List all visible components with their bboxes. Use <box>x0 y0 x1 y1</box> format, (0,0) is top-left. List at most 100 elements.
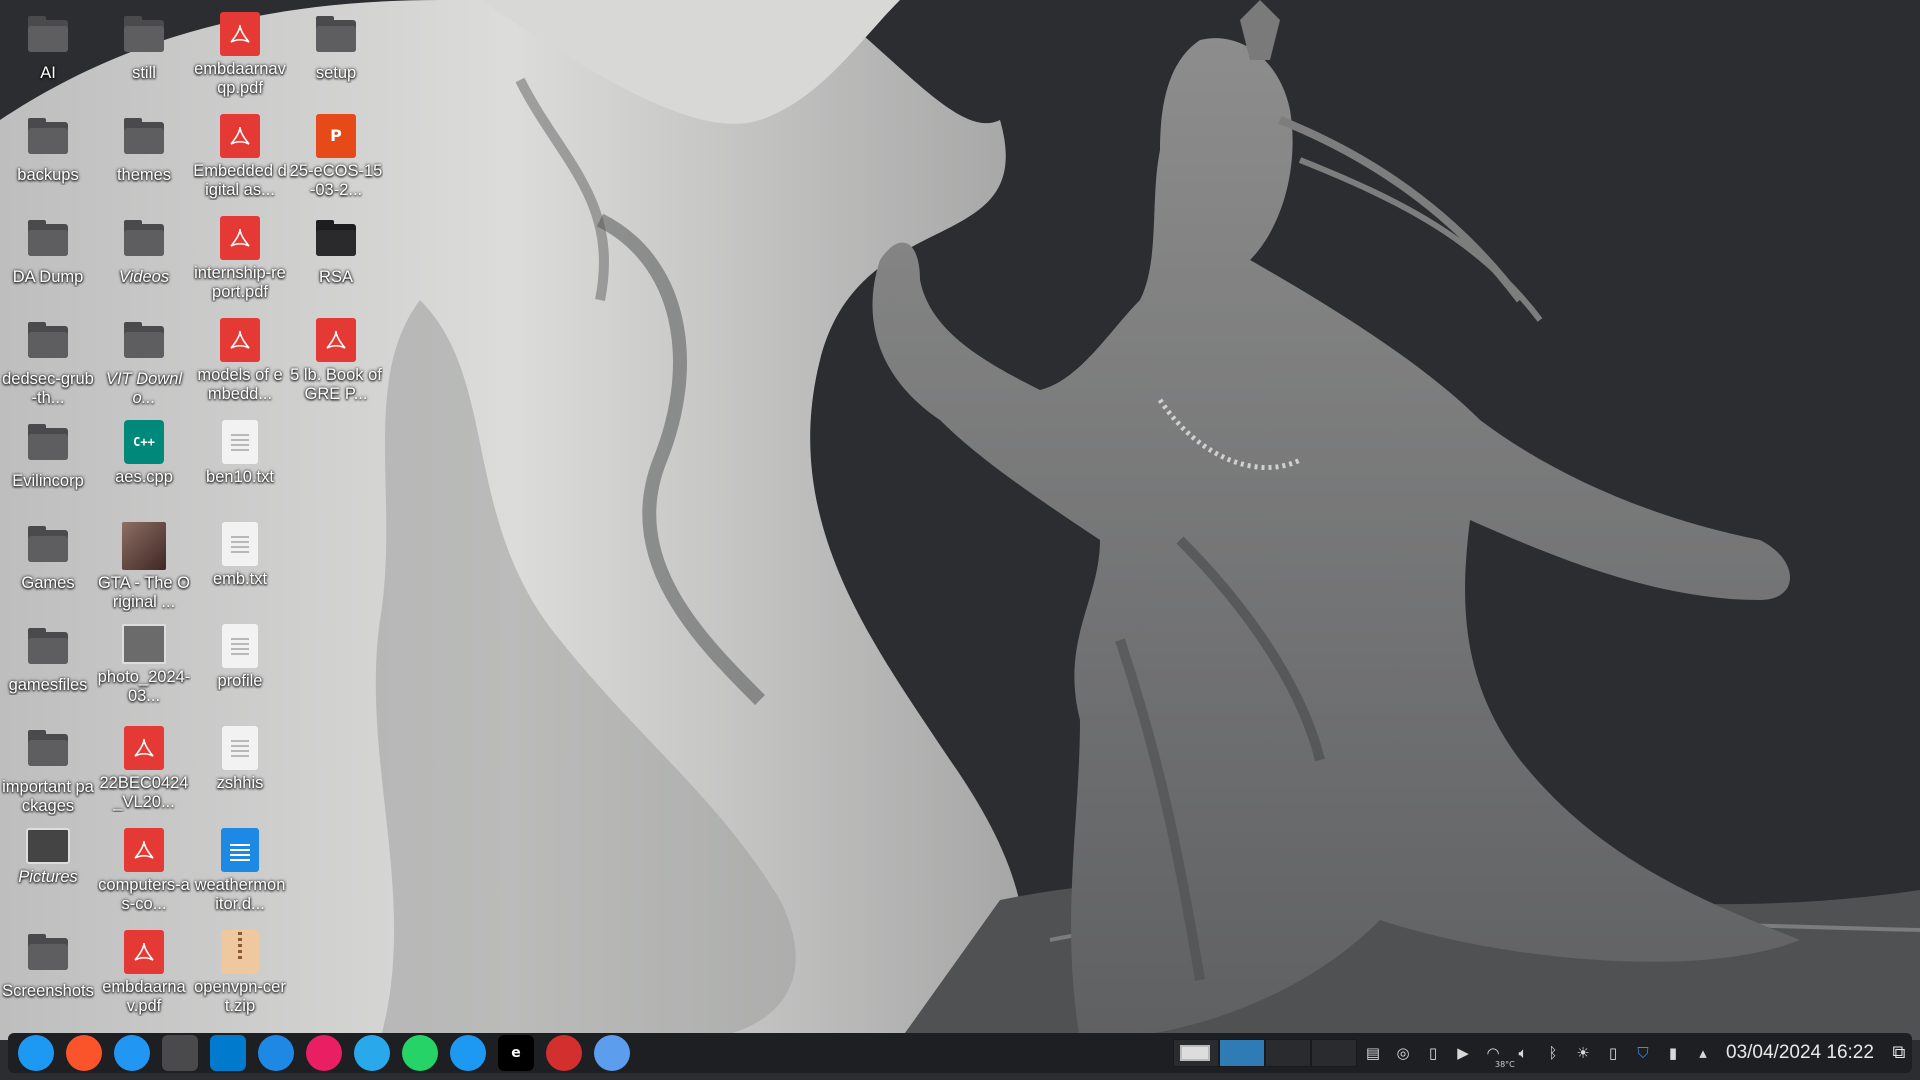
desktop-icon[interactable]: Games <box>0 514 96 616</box>
desktop-icon-label: Videos <box>118 268 170 286</box>
desktop-icon-label: weathermonitor.d... <box>194 876 286 913</box>
desktop-icon[interactable]: DA Dump <box>0 208 96 310</box>
folder-icon <box>24 624 72 672</box>
desktop-icon[interactable]: embdaarnav.pdf <box>96 922 192 1024</box>
desktop-icon[interactable]: 22BEC0424_VL20... <box>96 718 192 820</box>
desktop-icon-label: openvpn-cert.zip <box>194 978 286 1015</box>
desktop-icon[interactable]: setup <box>288 4 384 106</box>
epic-games-icon[interactable]: e <box>498 1035 534 1071</box>
desktop-icon[interactable]: dedsec-grub-th... <box>0 310 96 412</box>
volume-icon[interactable]: 🔈︎ <box>1511 1041 1535 1065</box>
desktop-icon[interactable]: weathermonitor.d... <box>192 820 288 922</box>
cpp-source-file-icon: C++ <box>124 420 164 464</box>
folder-icon <box>24 726 72 774</box>
phone-connect-icon[interactable]: ▯ <box>1601 1041 1625 1065</box>
folder-icon <box>120 216 168 264</box>
desktop-icon[interactable]: AI <box>0 4 96 106</box>
desktop-icon-label: computers-as-co... <box>98 876 190 913</box>
pdf-file-icon <box>220 318 260 362</box>
media-play-icon[interactable]: ▶ <box>1451 1041 1475 1065</box>
desktop-icon-label: RSA <box>319 268 353 286</box>
messenger-icon[interactable] <box>258 1035 294 1071</box>
pictures-folder-icon <box>26 828 70 864</box>
virtual-desktop[interactable] <box>1265 1039 1311 1067</box>
desktop-icon[interactable]: still <box>96 4 192 106</box>
pdf-file-icon <box>124 930 164 974</box>
update-notifier-icon[interactable]: ◎ <box>1391 1041 1415 1065</box>
desktop-icon[interactable]: important packages <box>0 718 96 820</box>
notes-icon[interactable]: ▯ <box>1421 1041 1445 1065</box>
desktop-icon-label: 22BEC0424_VL20... <box>99 774 189 811</box>
virtual-desktop[interactable] <box>1219 1039 1265 1067</box>
presentation-file-icon: P <box>316 114 356 158</box>
desktop-icon[interactable]: embdaarnavqp.pdf <box>192 4 288 106</box>
desktop-icon[interactable]: GTA - The Original ... <box>96 514 192 616</box>
desktop-icon-label: Pictures <box>18 868 78 886</box>
desktop-icon[interactable]: ben10.txt <box>192 412 288 514</box>
folder-icon <box>24 216 72 264</box>
image-file-icon <box>122 624 166 664</box>
desktop-icon[interactable]: RSA <box>288 208 384 310</box>
virtual-desktop[interactable] <box>1311 1039 1357 1067</box>
desktop-icon[interactable]: photo_2024-03... <box>96 616 192 718</box>
virtual-desktop[interactable] <box>1173 1039 1219 1067</box>
desktop-icon[interactable]: C++ aes.cpp <box>96 412 192 514</box>
desktop-icon[interactable]: openvpn-cert.zip <box>192 922 288 1024</box>
tray-expand-chevron-icon[interactable]: ▴ <box>1691 1041 1715 1065</box>
desktop-icon[interactable]: themes <box>96 106 192 208</box>
desktop-icon[interactable]: 5 lb. Book of GRE P... <box>288 310 384 412</box>
desktop-icon[interactable]: P 25-eCOS-15-03-2... <box>288 106 384 208</box>
kde-launcher-icon[interactable] <box>18 1035 54 1071</box>
safari-browser-icon[interactable] <box>114 1035 150 1071</box>
desktop-icon[interactable]: emb.txt <box>192 514 288 616</box>
bluetooth-icon[interactable]: ᛒ <box>1541 1041 1565 1065</box>
telegram-icon[interactable] <box>354 1035 390 1071</box>
vscode-icon[interactable] <box>210 1035 246 1071</box>
desktop-icon[interactable]: Screenshots <box>0 922 96 1024</box>
desktop-icon[interactable]: internship-report.pdf <box>192 208 288 310</box>
desktop-icon[interactable]: Pictures <box>0 820 96 922</box>
file-manager-icon[interactable] <box>162 1035 198 1071</box>
desktop-icon[interactable]: computers-as-co... <box>96 820 192 922</box>
desktop-icon[interactable]: Videos <box>96 208 192 310</box>
show-desktop-icon[interactable]: ⧉ <box>1888 1042 1910 1064</box>
whatsapp-icon[interactable] <box>402 1035 438 1071</box>
desktop-icon[interactable]: backups <box>0 106 96 208</box>
date-time-clock[interactable]: 03/04/2024 16:22 <box>1726 1042 1874 1064</box>
desktop-icon[interactable]: Embedded digital as... <box>192 106 288 208</box>
media-player-icon[interactable] <box>306 1035 342 1071</box>
desktop-icon-label: zshhis <box>216 774 264 792</box>
brave-browser-icon[interactable] <box>66 1035 102 1071</box>
pdf-file-icon <box>220 114 260 158</box>
desktop-icon-label: aes.cpp <box>115 468 173 486</box>
toggle-app-icon[interactable] <box>594 1035 630 1071</box>
desktop-icon[interactable]: VIT Downlo... <box>96 310 192 412</box>
taskbar-app-list: e <box>12 1035 636 1071</box>
desktop-icon[interactable]: Evilincorp <box>0 412 96 514</box>
virtual-desktop-pager[interactable] <box>1173 1039 1357 1067</box>
desktop-icon-label: 5 lb. Book of GRE P... <box>290 366 382 403</box>
desktop-icon[interactable]: zshhis <box>192 718 288 820</box>
brightness-icon[interactable]: ☀︎ <box>1571 1041 1595 1065</box>
desktop-icon[interactable]: models of embedd... <box>192 310 288 412</box>
desktop-icon-label: photo_2024-03... <box>97 668 191 705</box>
vpn-shield-icon[interactable]: ⛉ <box>1631 1041 1655 1065</box>
desktop-icon[interactable]: profile <box>192 616 288 718</box>
discover-icon[interactable] <box>450 1035 486 1071</box>
pdf-file-icon <box>124 828 164 872</box>
ebook-reader-icon[interactable] <box>546 1035 582 1071</box>
desktop-icon-label: embdaarnavqp.pdf <box>194 60 286 97</box>
clipboard-icon[interactable]: ▤ <box>1361 1041 1385 1065</box>
text-file-icon <box>222 624 258 668</box>
desktop-icon-area: AI backups DA Dump dedsec-grub-th... Evilinc… <box>0 0 420 1030</box>
folder-icon <box>312 216 360 264</box>
desktop-icon[interactable]: gamesfiles <box>0 616 96 718</box>
battery-icon[interactable]: ▮ <box>1661 1041 1685 1065</box>
desktop-icon-label: important packages <box>2 778 94 815</box>
desktop-icon-label: profile <box>217 672 263 690</box>
desktop-icon-label: still <box>132 64 156 82</box>
folder-icon <box>120 114 168 162</box>
temperature-monitor-icon[interactable]: ◠ 38°C <box>1481 1041 1514 1069</box>
pdf-file-icon <box>316 318 356 362</box>
folder-icon <box>24 318 72 366</box>
